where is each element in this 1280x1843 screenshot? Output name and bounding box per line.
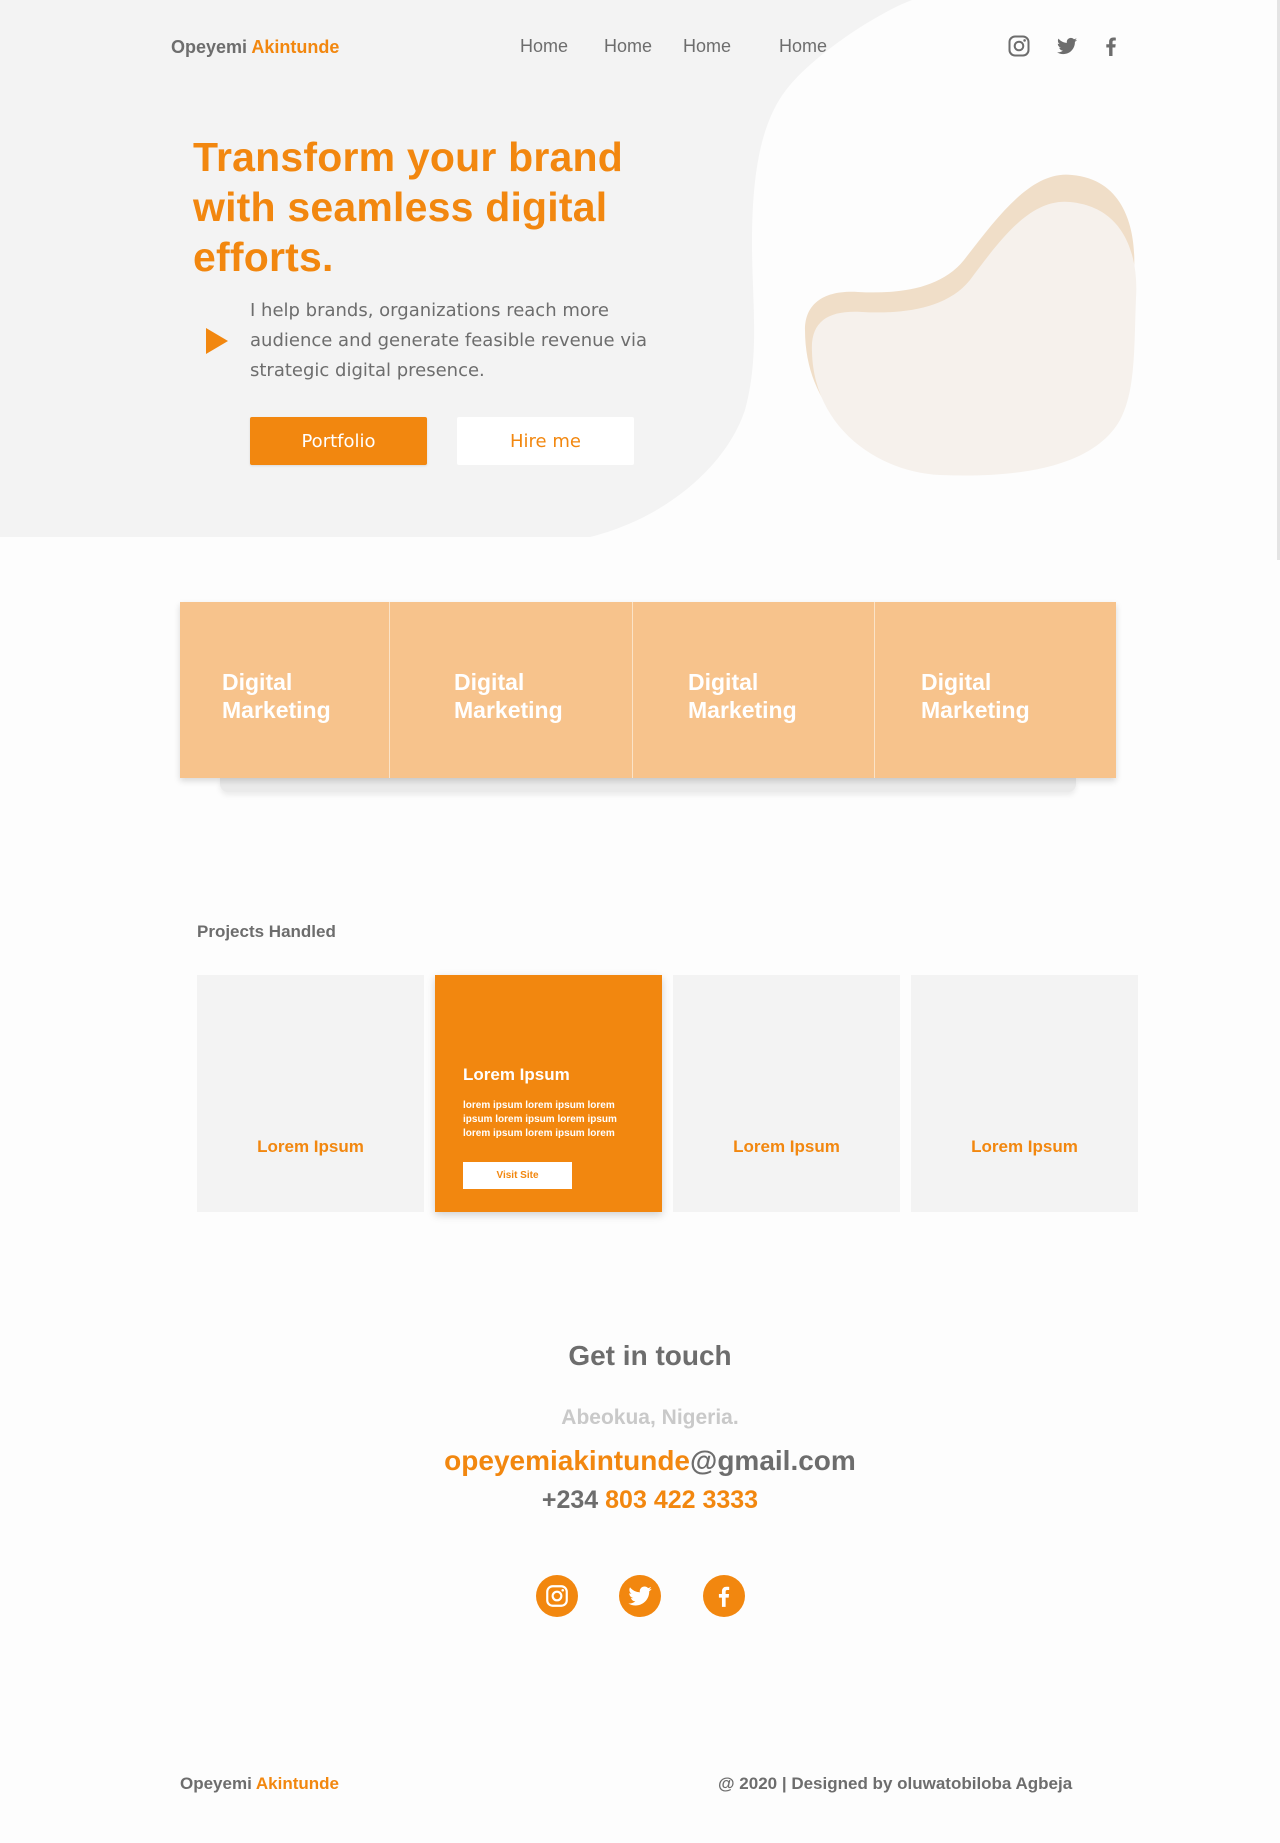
main-nav: Home Home Home Home	[0, 36, 900, 60]
contact-email[interactable]: opeyemiakintunde@gmail.com	[0, 1445, 1280, 1477]
service-label: Digital Marketing	[921, 669, 1030, 723]
project-card[interactable]: Lorem Ipsum	[673, 975, 900, 1212]
services-card-shadow	[220, 778, 1076, 792]
hero-description: I help brands, organizations reach more …	[250, 300, 648, 381]
portfolio-button[interactable]: Portfolio	[250, 417, 427, 465]
contact-title: Get in touch	[568, 1340, 732, 1371]
services-band: Digital Marketing Digital Marketing Digi…	[180, 602, 1116, 778]
service-card[interactable]: Digital Marketing	[180, 602, 390, 778]
project-card-title: Lorem Ipsum	[971, 1137, 1078, 1156]
project-card-title: Lorem Ipsum	[463, 1065, 570, 1084]
instagram-icon[interactable]	[1007, 34, 1031, 58]
nav-home-2[interactable]: Home	[604, 36, 652, 57]
footer-brand-last: Akintunde	[255, 1774, 340, 1793]
nav-home-1[interactable]: Home	[520, 36, 568, 57]
hero-section: Opeyemi Akintunde Home Home Home Home Tr…	[0, 0, 1280, 560]
phone-code: +234	[541, 1486, 599, 1514]
project-card-title: Lorem Ipsum	[257, 1137, 364, 1156]
visit-site-button[interactable]: Visit Site	[463, 1162, 572, 1189]
project-card-description: lorem ipsum lorem ipsum lorem ipsum lore…	[463, 1100, 617, 1139]
service-card[interactable]: Digital Marketing	[390, 602, 633, 778]
project-card-title: Lorem Ipsum	[733, 1137, 840, 1156]
project-card[interactable]: Lorem Ipsum	[911, 975, 1138, 1212]
service-card[interactable]: Digital Marketing	[633, 602, 875, 778]
footer-brand-first: Opeyemi	[180, 1774, 252, 1793]
facebook-icon[interactable]	[1099, 34, 1123, 58]
projects-title: Projects Handled	[197, 922, 336, 941]
instagram-glyph	[546, 1585, 568, 1607]
nav-home-4[interactable]: Home	[779, 36, 827, 57]
decorative-blob	[805, 174, 1137, 476]
project-card-active[interactable]: Lorem Ipsum lorem ipsum lorem ipsum lore…	[435, 975, 662, 1212]
contact-phone[interactable]: +234 803 422 3333	[0, 1486, 1280, 1515]
play-icon[interactable]	[204, 326, 230, 356]
facebook-icon[interactable]	[703, 1575, 745, 1617]
project-card[interactable]: Lorem Ipsum	[197, 975, 424, 1212]
footer-credit: @ 2020 | Designed by oluwatobiloba Agbej…	[718, 1774, 1073, 1793]
service-card[interactable]: Digital Marketing	[875, 602, 1116, 778]
contact-location: Abeokua, Nigeria.	[561, 1406, 739, 1429]
instagram-icon[interactable]	[536, 1575, 578, 1617]
footer-brand[interactable]: Opeyemi Akintunde	[180, 1774, 339, 1794]
facebook-glyph	[718, 1586, 730, 1607]
twitter-icon[interactable]	[1055, 34, 1079, 58]
email-user: opeyemiakintunde	[444, 1445, 691, 1476]
twitter-glyph	[628, 1586, 652, 1606]
hire-me-button[interactable]: Hire me	[457, 417, 634, 465]
service-label: Digital Marketing	[222, 669, 331, 723]
hero-headline: Transform your brand with seamless digit…	[193, 134, 624, 280]
service-label: Digital Marketing	[688, 669, 797, 723]
email-domain: @gmail.com	[690, 1445, 856, 1476]
service-label: Digital Marketing	[454, 669, 563, 723]
twitter-icon[interactable]	[619, 1575, 661, 1617]
phone-number: 803 422 3333	[605, 1486, 759, 1514]
nav-home-3[interactable]: Home	[683, 36, 731, 57]
